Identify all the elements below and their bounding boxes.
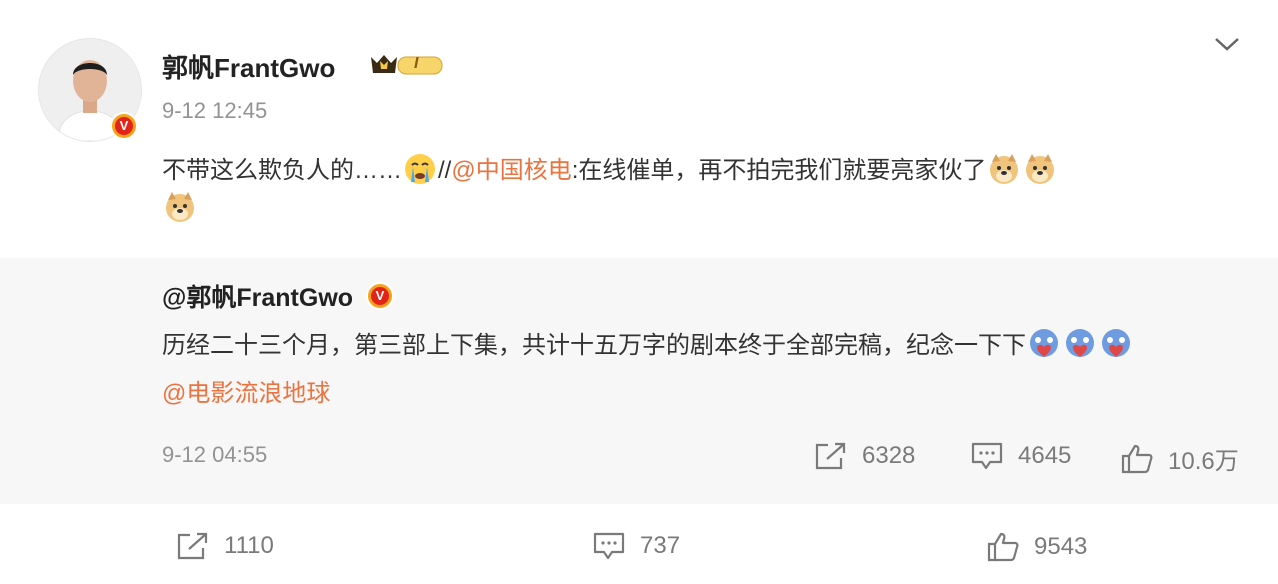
mention-link-cgn[interactable]: @中国核电 — [451, 157, 571, 184]
comment-icon — [593, 532, 625, 560]
repost-share-count: 6328 — [862, 442, 916, 469]
verified-badge-mark: V — [371, 287, 389, 305]
repost-like-count: 10.6万 — [1168, 448, 1239, 475]
post-text-separator: // — [438, 157, 452, 184]
weibo-post-card: V 郭帆FrantGwo I 9-12 12:45 不带这么欺负人的…… //@… — [0, 0, 1278, 584]
doge-emoji-icon — [166, 192, 194, 222]
heart-hug-emoji-icon — [1066, 329, 1094, 357]
repost-share-button[interactable]: 6328 — [814, 441, 915, 471]
comment-button[interactable]: 737 — [592, 531, 680, 561]
repost-author[interactable]: @郭帆FrantGwo V — [162, 278, 394, 314]
like-button[interactable]: 9543 — [986, 531, 1087, 563]
repost-timestamp[interactable]: 9-12 04:55 — [162, 442, 267, 468]
repost-text: 历经二十三个月，第三部上下集，共计十五万字的剧本终于全部完稿，纪念一下下 — [162, 332, 1026, 359]
chevron-down-icon[interactable] — [1212, 32, 1242, 56]
repost-like-button[interactable]: 10.6万 — [1120, 441, 1239, 476]
repost-comment-button[interactable]: 4645 — [970, 441, 1071, 471]
share-button[interactable]: 1110 — [176, 531, 274, 561]
repost-author-name[interactable]: @郭帆FrantGwo — [162, 284, 353, 312]
share-icon — [177, 532, 208, 560]
thumbs-up-icon — [987, 532, 1019, 562]
author-name[interactable]: 郭帆FrantGwo — [162, 48, 335, 85]
verified-badge: V — [366, 282, 394, 310]
reposted-content[interactable]: @郭帆FrantGwo V 历经二十三个月，第三部上下集，共计十五万字的剧本终于… — [0, 258, 1278, 504]
vip-crown-badge[interactable]: I — [368, 51, 446, 79]
comment-count: 737 — [640, 532, 681, 559]
vip-level: I — [414, 55, 419, 72]
doge-emoji-icon — [990, 154, 1019, 184]
repost-comment-count: 4645 — [1018, 442, 1072, 469]
share-count: 1110 — [224, 532, 274, 559]
mention-link-wandering-earth[interactable]: @电影流浪地球 — [162, 380, 330, 407]
post-text: 不带这么欺负人的…… //@中国核电:在线催单，再不拍完我们就要亮家伙了 — [162, 152, 1242, 228]
heart-hug-emoji-icon — [1102, 329, 1130, 357]
comment-icon — [971, 442, 1003, 470]
post-text-after: :在线催单，再不拍完我们就要亮家伙了 — [571, 157, 987, 184]
heart-hug-emoji-icon — [1030, 329, 1058, 357]
post-timestamp[interactable]: 9-12 12:45 — [162, 98, 267, 124]
share-icon — [815, 442, 846, 470]
crying-emoji-icon — [405, 154, 435, 184]
verified-badge-mark: V — [115, 117, 133, 135]
like-count: 9543 — [1034, 533, 1088, 560]
repost-text-block: 历经二十三个月，第三部上下集，共计十五万字的剧本终于全部完稿，纪念一下下 @电影… — [162, 322, 1252, 418]
doge-emoji-icon — [1026, 154, 1055, 184]
thumbs-up-icon — [1121, 444, 1153, 473]
action-bar: 1110 737 9543 — [0, 504, 1278, 584]
post-text-before: 不带这么欺负人的…… — [162, 157, 402, 184]
verified-badge: V — [110, 112, 138, 140]
